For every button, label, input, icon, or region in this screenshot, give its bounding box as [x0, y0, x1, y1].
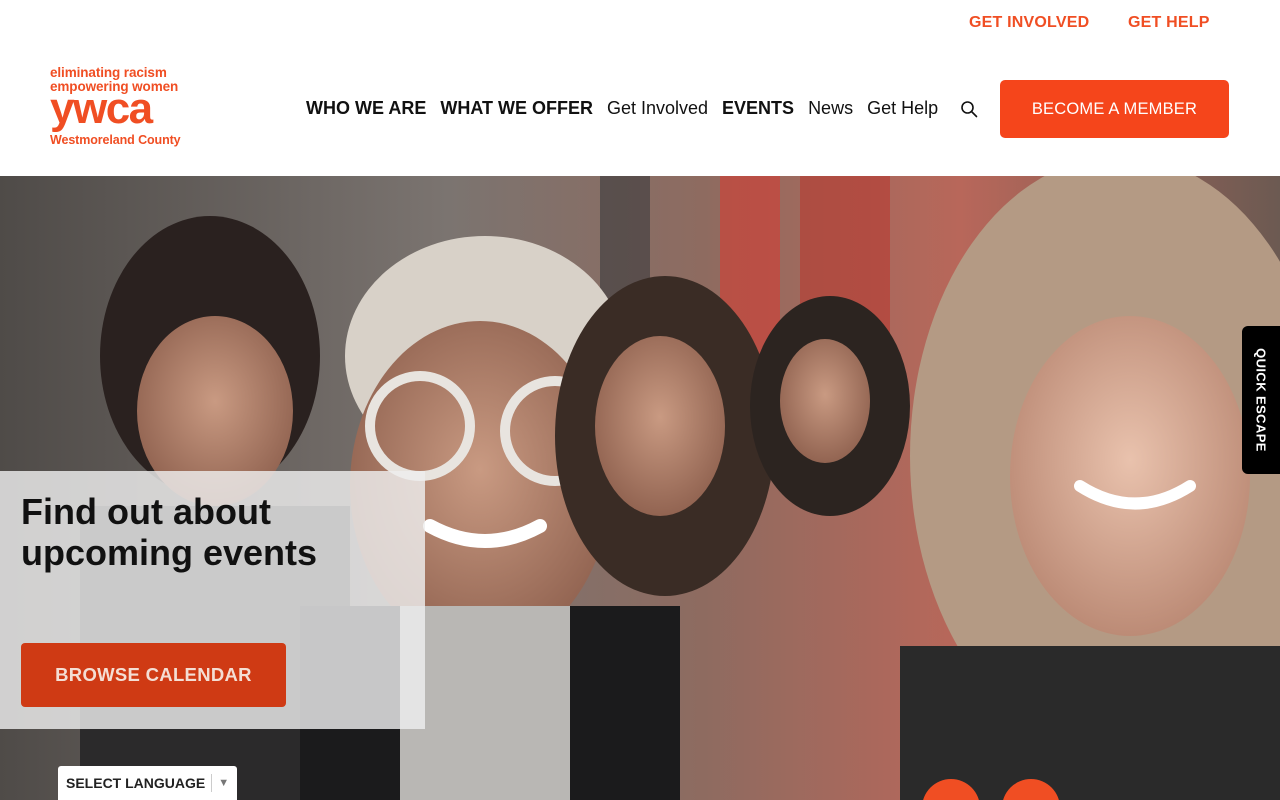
nav-events[interactable]: EVENTS — [722, 98, 794, 119]
hero-heading: Find out about upcoming events — [21, 491, 318, 573]
quick-escape-label: QUICK ESCAPE — [1253, 348, 1269, 452]
nav-news[interactable]: News — [808, 98, 853, 119]
events-promo-card: Find out about upcoming events BROWSE CA… — [0, 471, 425, 729]
chevron-down-icon: ▼ — [218, 777, 230, 789]
nav-who-we-are[interactable]: WHO WE ARE — [306, 98, 426, 119]
logo-tagline-1: eliminating racism — [50, 65, 167, 80]
utility-nav: GET INVOLVED GET HELP — [0, 0, 1280, 48]
language-selector[interactable]: SELECT LANGUAGE ▼ — [58, 766, 237, 800]
logo-brand: ywca — [50, 84, 153, 133]
site-header: eliminating racism empowering women ywca… — [0, 48, 1280, 176]
logo-location: Westmoreland County — [50, 133, 181, 147]
browse-calendar-button[interactable]: BROWSE CALENDAR — [21, 643, 286, 707]
nav-get-involved[interactable]: Get Involved — [607, 98, 708, 119]
search-icon[interactable] — [960, 100, 978, 118]
hero-banner: Find out about upcoming events BROWSE CA… — [0, 176, 1280, 800]
utility-link-get-help[interactable]: GET HELP — [1128, 14, 1210, 32]
nav-what-we-offer[interactable]: WHAT WE OFFER — [440, 98, 593, 119]
language-selector-label: SELECT LANGUAGE — [66, 775, 206, 791]
become-member-button[interactable]: BECOME A MEMBER — [1000, 80, 1229, 138]
ywca-logo[interactable]: eliminating racism empowering women ywca… — [50, 66, 200, 156]
utility-link-get-involved[interactable]: GET INVOLVED — [969, 14, 1089, 32]
quick-escape-button[interactable]: QUICK ESCAPE — [1242, 326, 1280, 474]
nav-get-help[interactable]: Get Help — [867, 98, 938, 119]
language-selector-divider — [211, 774, 213, 792]
main-nav: WHO WE ARE WHAT WE OFFER Get Involved EV… — [306, 98, 952, 118]
